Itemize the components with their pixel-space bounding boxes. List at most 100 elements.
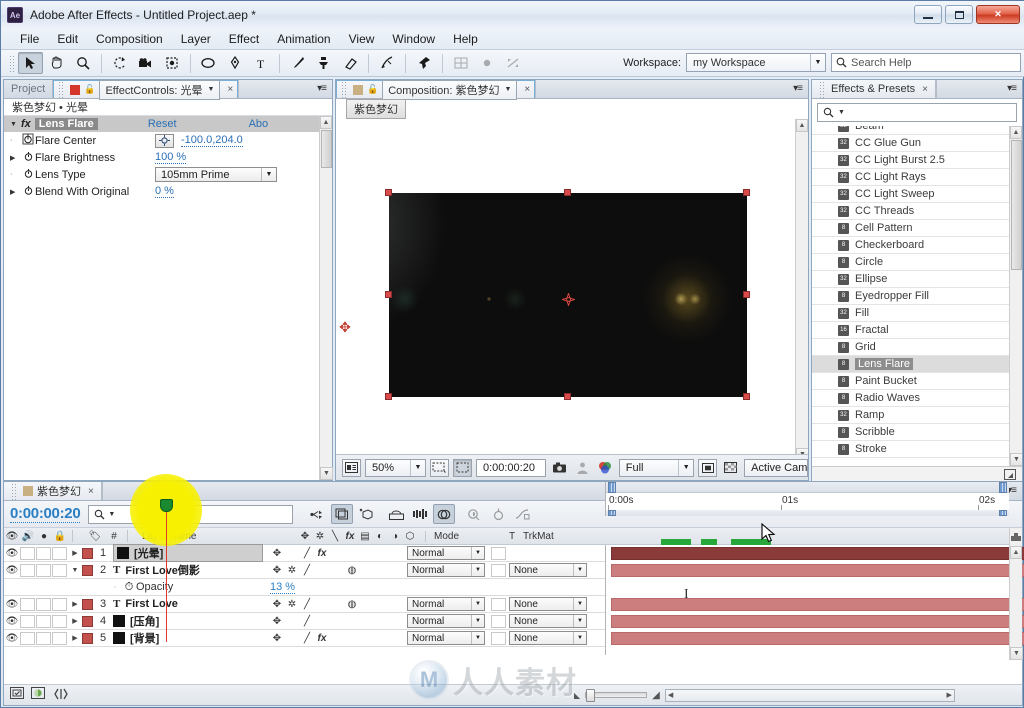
- layer-solo-toggle[interactable]: [36, 631, 51, 645]
- quality-switch[interactable]: ╱: [300, 548, 314, 559]
- composition-tab-box[interactable]: Composition: 紫色梦幻 ▼: [382, 79, 518, 100]
- layer-solo-toggle[interactable]: [36, 614, 51, 628]
- show-channel-icon[interactable]: [596, 459, 615, 477]
- quality-switch[interactable]: ╱: [300, 565, 314, 576]
- enable-frame-blending-icon[interactable]: [385, 504, 407, 524]
- stretch-in-out-icon[interactable]: [54, 688, 68, 703]
- comp-render-area[interactable]: [385, 189, 750, 400]
- effects-list[interactable]: 32Beam32CC Glue Gun32CC Light Burst 2.53…: [812, 126, 1022, 466]
- menu-effect[interactable]: Effect: [220, 30, 268, 48]
- clone-stamp-tool-icon[interactable]: [311, 52, 336, 74]
- work-area-bar[interactable]: [606, 510, 1009, 516]
- layer-disclosure-triangle-icon[interactable]: ▶: [68, 634, 82, 642]
- scroll-down-icon[interactable]: ▼: [1010, 453, 1022, 466]
- lens-type-select[interactable]: 105mm Prime ▼: [155, 167, 277, 182]
- effects-list-item[interactable]: 8 Stroke: [812, 441, 1009, 458]
- quality-switch[interactable]: ╱: [300, 633, 314, 644]
- layer-label-color[interactable]: [82, 615, 93, 627]
- tab-project[interactable]: Project: [4, 80, 54, 98]
- show-snapshot-icon[interactable]: [573, 459, 592, 477]
- scroll-up-icon[interactable]: ▲: [1010, 546, 1022, 559]
- collapse-switch[interactable]: ✲: [285, 599, 299, 610]
- preserve-transparency-toggle[interactable]: [491, 597, 506, 611]
- about-link[interactable]: Abo: [249, 118, 269, 130]
- property-value[interactable]: 100 %: [155, 151, 187, 164]
- work-area-start-handle[interactable]: [608, 510, 616, 516]
- scrollbar-thumb[interactable]: [1011, 140, 1022, 270]
- menu-composition[interactable]: Composition: [87, 30, 172, 48]
- selection-handle[interactable]: [385, 393, 392, 400]
- hide-shy-layers-icon[interactable]: [355, 504, 377, 524]
- effects-list-item[interactable]: 32 CC Light Rays: [812, 169, 1009, 186]
- timeline-horizontal-scrollbar[interactable]: ◀ ▶: [664, 688, 955, 702]
- resolution-select[interactable]: Full ▼: [618, 458, 695, 477]
- roto-brush-tool-icon[interactable]: [374, 52, 399, 74]
- time-navigator[interactable]: [606, 482, 1009, 493]
- selection-handle[interactable]: [564, 189, 571, 196]
- scroll-up-icon[interactable]: ▲: [796, 119, 808, 132]
- menu-file[interactable]: File: [11, 30, 48, 48]
- tab-timeline-comp[interactable]: 紫色梦幻 ×: [4, 482, 102, 500]
- search-help-input[interactable]: Search Help: [831, 53, 1021, 72]
- shy-switch[interactable]: ✥: [270, 616, 284, 627]
- chevron-down-icon[interactable]: ▼: [838, 109, 845, 116]
- layer-video-toggle-icon[interactable]: 👁: [4, 599, 20, 610]
- effects-list-item[interactable]: 8 Checkerboard: [812, 237, 1009, 254]
- layer-blend-mode-select[interactable]: Normal ▼: [407, 614, 485, 628]
- effects-list-item[interactable]: 32 Fill: [812, 305, 1009, 322]
- track-matte-select[interactable]: None ▼: [509, 614, 587, 628]
- layer-video-toggle-icon[interactable]: 👁: [4, 616, 20, 627]
- menu-edit[interactable]: Edit: [48, 30, 87, 48]
- scroll-up-icon[interactable]: ▲: [320, 116, 332, 129]
- selection-handle[interactable]: [385, 189, 392, 196]
- live-update-icon[interactable]: [307, 504, 329, 524]
- layer-lock-toggle[interactable]: [52, 563, 67, 577]
- stopwatch-icon[interactable]: ⏱: [122, 581, 136, 594]
- layer-label-color[interactable]: [82, 598, 93, 610]
- quality-switch[interactable]: ╱: [300, 616, 314, 627]
- effect-header-row[interactable]: ▼ fx Lens Flare Reset Abo: [4, 116, 332, 132]
- work-area-end-handle[interactable]: [999, 510, 1007, 516]
- stopwatch-icon[interactable]: [21, 168, 35, 182]
- selection-handle[interactable]: [743, 189, 750, 196]
- close-tab-icon[interactable]: ×: [922, 84, 928, 95]
- selection-handle[interactable]: [385, 291, 392, 298]
- transparency-grid-icon[interactable]: [500, 52, 525, 74]
- layer-disclosure-triangle-icon[interactable]: ▶: [68, 549, 82, 557]
- stopwatch-icon[interactable]: [21, 133, 35, 148]
- choose-grid-guides-icon[interactable]: [429, 458, 449, 477]
- hand-tool-icon[interactable]: [44, 52, 69, 74]
- layer-audio-toggle[interactable]: [20, 614, 35, 628]
- layer-name[interactable]: [压角]: [113, 613, 159, 629]
- layer-lock-toggle[interactable]: [52, 597, 67, 611]
- keyframe-marker[interactable]: [701, 539, 717, 545]
- property-row-lens-type[interactable]: · Lens Type 105mm Prime ▼: [4, 166, 332, 183]
- timeline-zoom-slider[interactable]: [585, 689, 648, 702]
- shy-switch[interactable]: ✥: [270, 599, 284, 610]
- tab-effect-controls[interactable]: 🔓 EffectControls: 光晕 ▼ ×: [53, 79, 239, 100]
- layer-name[interactable]: T First Love倒影: [113, 562, 200, 578]
- enable-motion-blur-icon[interactable]: [409, 504, 431, 524]
- toggle-mask-visibility-icon[interactable]: [698, 458, 718, 477]
- draft-3d-icon[interactable]: [331, 504, 354, 524]
- scroll-right-icon[interactable]: ▶: [946, 691, 951, 699]
- maximize-button[interactable]: [945, 5, 973, 24]
- layer-audio-toggle[interactable]: [20, 631, 35, 645]
- menu-layer[interactable]: Layer: [172, 30, 220, 48]
- timeline-track-area[interactable]: I: [605, 539, 1024, 655]
- eraser-tool-icon[interactable]: [337, 52, 362, 74]
- layer-duration-bar[interactable]: [611, 615, 1024, 628]
- layer-label-color[interactable]: [82, 564, 93, 576]
- toggle-transfer-controls-icon[interactable]: [31, 687, 46, 703]
- panel-menu-icon[interactable]: ▾≡: [793, 83, 803, 94]
- disclosure-triangle-icon[interactable]: ▶: [10, 154, 21, 162]
- layer-lock-toggle[interactable]: [52, 546, 67, 560]
- puppet-pin-tool-icon[interactable]: [411, 52, 436, 74]
- layer-solo-toggle[interactable]: [36, 546, 51, 560]
- layer-audio-toggle[interactable]: [20, 597, 35, 611]
- proportional-grid-icon[interactable]: [474, 52, 499, 74]
- scroll-left-icon[interactable]: ◀: [668, 691, 673, 699]
- layer-blend-mode-select[interactable]: Normal ▼: [407, 546, 485, 560]
- camera-tool-icon[interactable]: [133, 52, 158, 74]
- property-row-flare-brightness[interactable]: ▶ Flare Brightness 100 %: [4, 149, 332, 166]
